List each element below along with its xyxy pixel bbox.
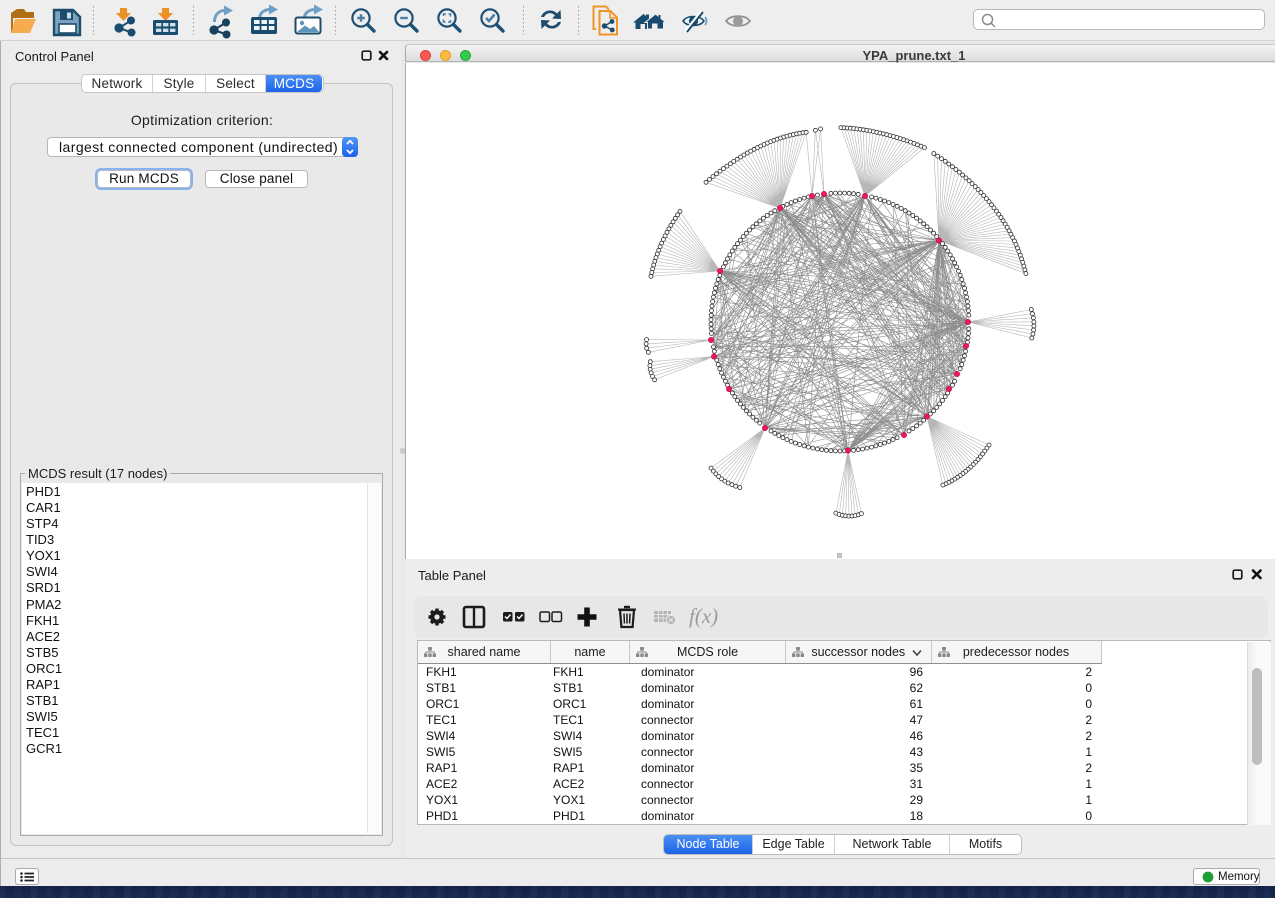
svg-text:f(x): f(x) (689, 604, 718, 628)
